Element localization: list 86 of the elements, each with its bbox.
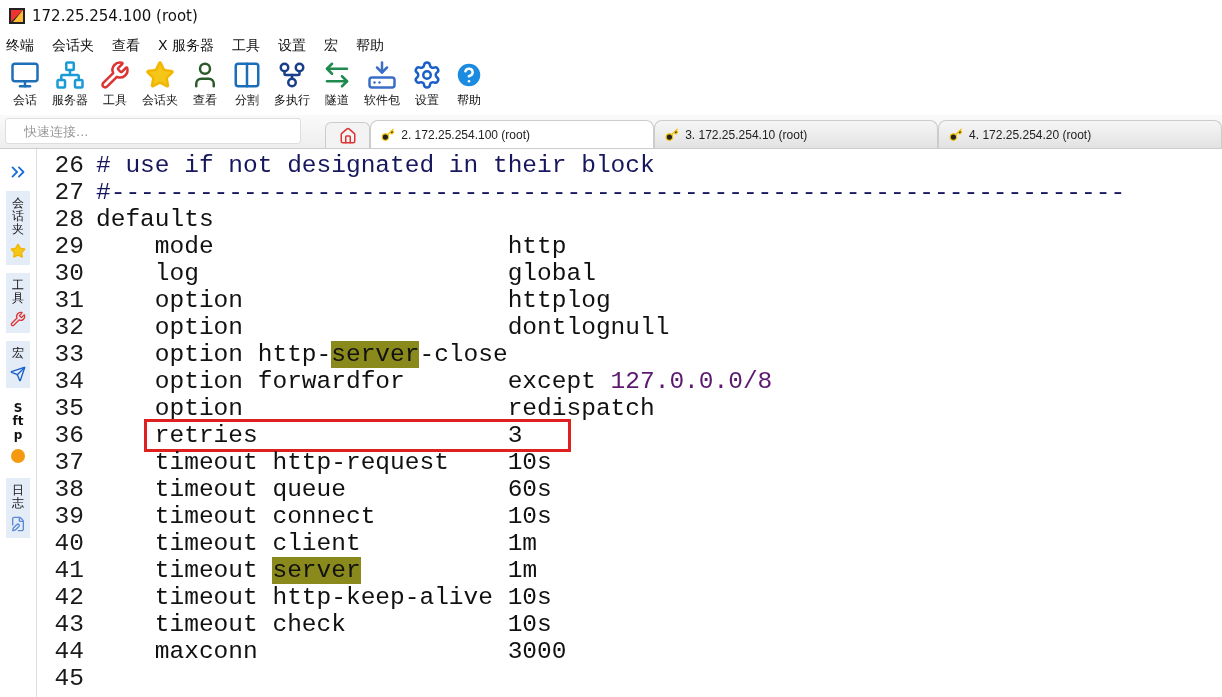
code-line: option dontlognull (153, 314, 670, 341)
session-tab[interactable]: 2. 172.25.254.100 (root) (370, 120, 655, 148)
line-number: 26 (53, 152, 85, 179)
line-number: 39 (53, 503, 85, 530)
line-number: 43 (53, 611, 85, 638)
line-number: 37 (53, 449, 85, 476)
window-title: 172.25.254.100 (root) (32, 7, 198, 25)
key-icon (949, 127, 964, 142)
star-icon (145, 60, 175, 90)
menu-item[interactable]: 查看 (110, 37, 150, 55)
network-icon (55, 60, 85, 90)
code-line: timeout http-request 10s (153, 449, 552, 476)
line-number: 44 (53, 638, 85, 665)
code-line: maxconn 3000 (153, 638, 567, 665)
toolbar-button[interactable]: 软件包 (360, 60, 404, 109)
fork-icon (277, 60, 307, 90)
line-number: 36 (53, 422, 85, 449)
line-number: 35 (53, 395, 85, 422)
toolbar-button[interactable]: 查看 (186, 60, 224, 109)
quick-connect-field[interactable]: 快速连接... (5, 118, 301, 144)
toolbar-button[interactable]: 分割 (228, 60, 266, 109)
line-number: 33 (53, 341, 85, 368)
sidebar-tab[interactable]: 日志 (6, 477, 30, 539)
home-tab[interactable] (324, 122, 371, 148)
line-number: 28 (53, 206, 85, 233)
toolbar-button[interactable]: 工具 (96, 60, 134, 109)
code-line: #--------------------------------------------------------------------- (96, 179, 1126, 206)
code-line: timeout queue 60s (153, 476, 552, 503)
line-number: 40 (53, 530, 85, 557)
key-icon (381, 127, 396, 142)
menu-item[interactable]: 帮助 (354, 37, 395, 55)
wrench-icon (100, 60, 130, 90)
line-number: 34 (53, 368, 85, 395)
drive-icon (367, 60, 397, 90)
menu-item[interactable]: 工具 (230, 37, 271, 55)
line-number: 45 (53, 665, 85, 692)
sidebar-tab[interactable]: 会话夹 (6, 191, 30, 265)
code-line: option redispatch (153, 395, 655, 422)
toolbar-button[interactable]: 设置 (408, 60, 446, 109)
line-number: 38 (53, 476, 85, 503)
code-line: timeout check 10s (153, 611, 552, 638)
code-line: mode http (153, 233, 567, 260)
line-number: 32 (53, 314, 85, 341)
notepad-icon (10, 516, 26, 533)
home-icon (338, 126, 357, 145)
session-tab[interactable]: 4. 172.25.254.20 (root) (938, 120, 1222, 148)
menu-item[interactable]: 终端 (4, 37, 44, 55)
menu-item[interactable]: 宏 (322, 37, 349, 55)
toolbar-button[interactable]: 多执行 (270, 60, 314, 109)
toolbar-button[interactable]: 服务器 (48, 60, 92, 109)
sftp-icon (10, 447, 26, 464)
line-number: 31 (53, 287, 85, 314)
send-icon (10, 366, 26, 383)
help-icon (454, 60, 484, 90)
key-icon (665, 127, 680, 142)
app-logo-icon (8, 7, 26, 25)
menu-item[interactable]: 会话夹 (50, 37, 104, 55)
code-line: timeout server 1m (153, 557, 538, 584)
menu-item[interactable]: X 服务器 (156, 37, 225, 55)
line-number: 29 (53, 233, 85, 260)
toolbar-button[interactable]: 帮助 (450, 60, 488, 109)
monitor-icon (10, 60, 40, 90)
star-icon (10, 242, 26, 259)
code-line: defaults (96, 206, 214, 233)
sidebar-tab[interactable]: 工具 (6, 272, 30, 333)
line-number: 30 (53, 260, 85, 287)
line-number: 42 (53, 584, 85, 611)
menu-item[interactable]: 设置 (276, 37, 317, 55)
line-number: 27 (53, 179, 85, 206)
settings-icon (412, 60, 442, 90)
code-line: log global (153, 260, 596, 287)
toolbar-button[interactable]: 隧道 (318, 60, 356, 109)
code-line: # use if not designated in their block (96, 152, 655, 179)
code-line: option http-server-close (153, 341, 508, 368)
line-number: 41 (53, 557, 85, 584)
sidebar-tab[interactable]: 宏 (6, 340, 30, 389)
session-tab[interactable]: 3. 172.25.254.10 (root) (654, 120, 939, 148)
code-line: timeout client 1m (153, 530, 538, 557)
wrench-icon (10, 310, 26, 327)
code-line: option forwardfor except 127.0.0.0/8 (153, 368, 773, 395)
toolbar-button[interactable]: 会话 (6, 60, 44, 109)
code-line: timeout connect 10s (153, 503, 552, 530)
columns-icon (232, 60, 262, 90)
code-line: timeout http-keep-alive 10s (153, 584, 552, 611)
code-line: option httplog (153, 287, 611, 314)
toolbar-button[interactable]: 会话夹 (138, 60, 182, 109)
